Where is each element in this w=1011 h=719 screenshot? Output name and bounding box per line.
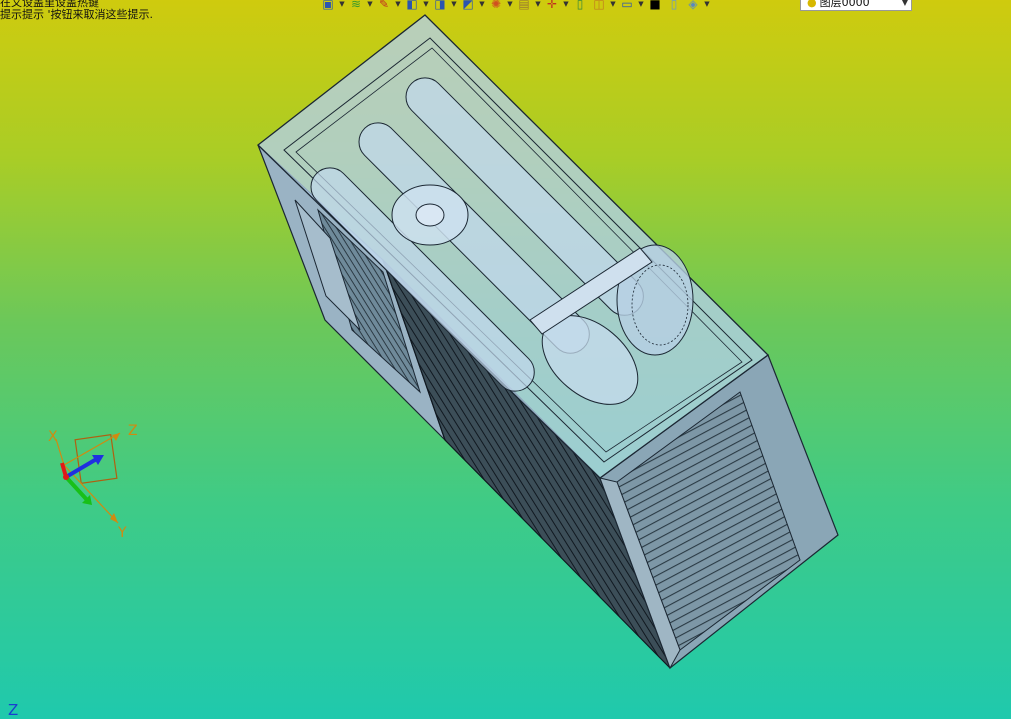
triad-y-label: Y (117, 525, 127, 541)
triad-z-label: Z (128, 423, 138, 439)
triad-origin (63, 474, 69, 480)
triad-x-label: X (48, 429, 58, 445)
axis-triad[interactable]: X Z Y (30, 415, 150, 545)
fan-hub-left (415, 203, 445, 227)
triad-y-arrow (110, 513, 118, 523)
cad-viewport[interactable]: 在又设盖里设盖热键 提示提示 '按钮来取消这些提示. ▣ ▼ ≋ ▼ ✎ ▼ ◧ ▼ ◨… (0, 0, 1011, 719)
triad-y-handle[interactable] (64, 475, 90, 503)
view-orientation-label: Z (8, 701, 19, 719)
3d-model[interactable] (0, 0, 1011, 719)
triad-z-handle[interactable] (64, 455, 102, 479)
